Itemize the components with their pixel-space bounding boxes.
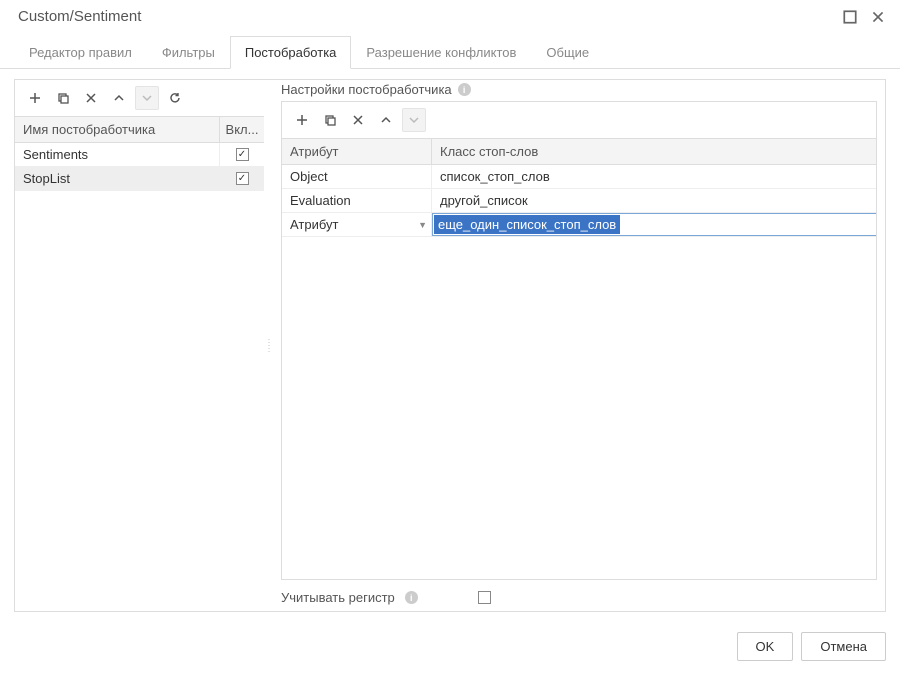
table-row[interactable]: StopList ✓ bbox=[15, 167, 264, 191]
splitter[interactable]: ····· bbox=[264, 79, 273, 612]
copy-icon[interactable] bbox=[318, 108, 342, 132]
delete-icon[interactable] bbox=[346, 108, 370, 132]
refresh-icon[interactable] bbox=[163, 86, 187, 110]
settings-title: Настройки постобработчика bbox=[281, 82, 452, 97]
tab-rule-editor[interactable]: Редактор правил bbox=[14, 36, 147, 69]
table-row[interactable]: Атрибут ▼ еще_один_список_стоп_слов bbox=[282, 213, 876, 237]
dialog-title: Custom/Sentiment bbox=[18, 8, 141, 25]
cancel-button[interactable]: Отмена bbox=[801, 632, 886, 661]
move-up-icon[interactable] bbox=[374, 108, 398, 132]
tab-filters[interactable]: Фильтры bbox=[147, 36, 230, 69]
stopclass-input[interactable]: еще_один_список_стоп_слов bbox=[432, 213, 876, 236]
col-header-stopclass[interactable]: Класс стоп-слов bbox=[432, 139, 876, 164]
postprocessor-name: Sentiments bbox=[15, 143, 220, 166]
add-icon[interactable] bbox=[23, 86, 47, 110]
col-header-attribute[interactable]: Атрибут bbox=[282, 139, 432, 164]
tab-conflict-resolution[interactable]: Разрешение конфликтов bbox=[351, 36, 531, 69]
table-row[interactable]: Sentiments ✓ bbox=[15, 143, 264, 167]
attribute-dropdown[interactable]: Атрибут ▼ bbox=[282, 213, 432, 236]
case-sensitive-checkbox[interactable] bbox=[478, 591, 491, 604]
attributes-grid: Атрибут Класс стоп-слов Object список_ст… bbox=[282, 138, 876, 579]
tab-postprocessing[interactable]: Постобработка bbox=[230, 36, 352, 69]
postprocessor-grid: Имя постобработчика Вкл... Sentiments ✓ … bbox=[15, 116, 264, 191]
tab-general[interactable]: Общие bbox=[531, 36, 604, 69]
case-sensitive-label: Учитывать регистр bbox=[281, 590, 395, 605]
attribute-cell-text: Атрибут bbox=[290, 217, 338, 232]
stopclass-cell[interactable]: список_стоп_слов bbox=[432, 165, 876, 188]
col-header-enabled[interactable]: Вкл... bbox=[220, 117, 264, 142]
move-down-icon[interactable] bbox=[135, 86, 159, 110]
delete-icon[interactable] bbox=[79, 86, 103, 110]
attribute-cell[interactable]: Object bbox=[282, 165, 432, 188]
copy-icon[interactable] bbox=[51, 86, 75, 110]
splitter-grip-icon: ····· bbox=[268, 338, 270, 353]
close-icon[interactable] bbox=[870, 9, 886, 25]
right-toolbar bbox=[282, 102, 876, 138]
tabs: Редактор правил Фильтры Постобработка Ра… bbox=[0, 35, 900, 69]
add-icon[interactable] bbox=[290, 108, 314, 132]
left-toolbar bbox=[15, 80, 264, 116]
move-down-icon[interactable] bbox=[402, 108, 426, 132]
move-up-icon[interactable] bbox=[107, 86, 131, 110]
chevron-down-icon[interactable]: ▼ bbox=[418, 220, 427, 230]
info-icon[interactable]: i bbox=[405, 591, 418, 604]
info-icon[interactable]: i bbox=[458, 83, 471, 96]
enabled-checkbox[interactable]: ✓ bbox=[236, 172, 249, 185]
ok-button[interactable]: OK bbox=[737, 632, 794, 661]
col-header-name[interactable]: Имя постобработчика bbox=[15, 117, 220, 142]
table-row[interactable]: Object список_стоп_слов bbox=[282, 165, 876, 189]
maximize-icon[interactable] bbox=[842, 9, 858, 25]
enabled-checkbox[interactable]: ✓ bbox=[236, 148, 249, 161]
stopclass-cell[interactable]: другой_список bbox=[432, 189, 876, 212]
selected-text: еще_один_список_стоп_слов bbox=[434, 215, 620, 234]
attribute-cell[interactable]: Evaluation bbox=[282, 189, 432, 212]
table-row[interactable]: Evaluation другой_список bbox=[282, 189, 876, 213]
postprocessor-name: StopList bbox=[15, 167, 220, 190]
